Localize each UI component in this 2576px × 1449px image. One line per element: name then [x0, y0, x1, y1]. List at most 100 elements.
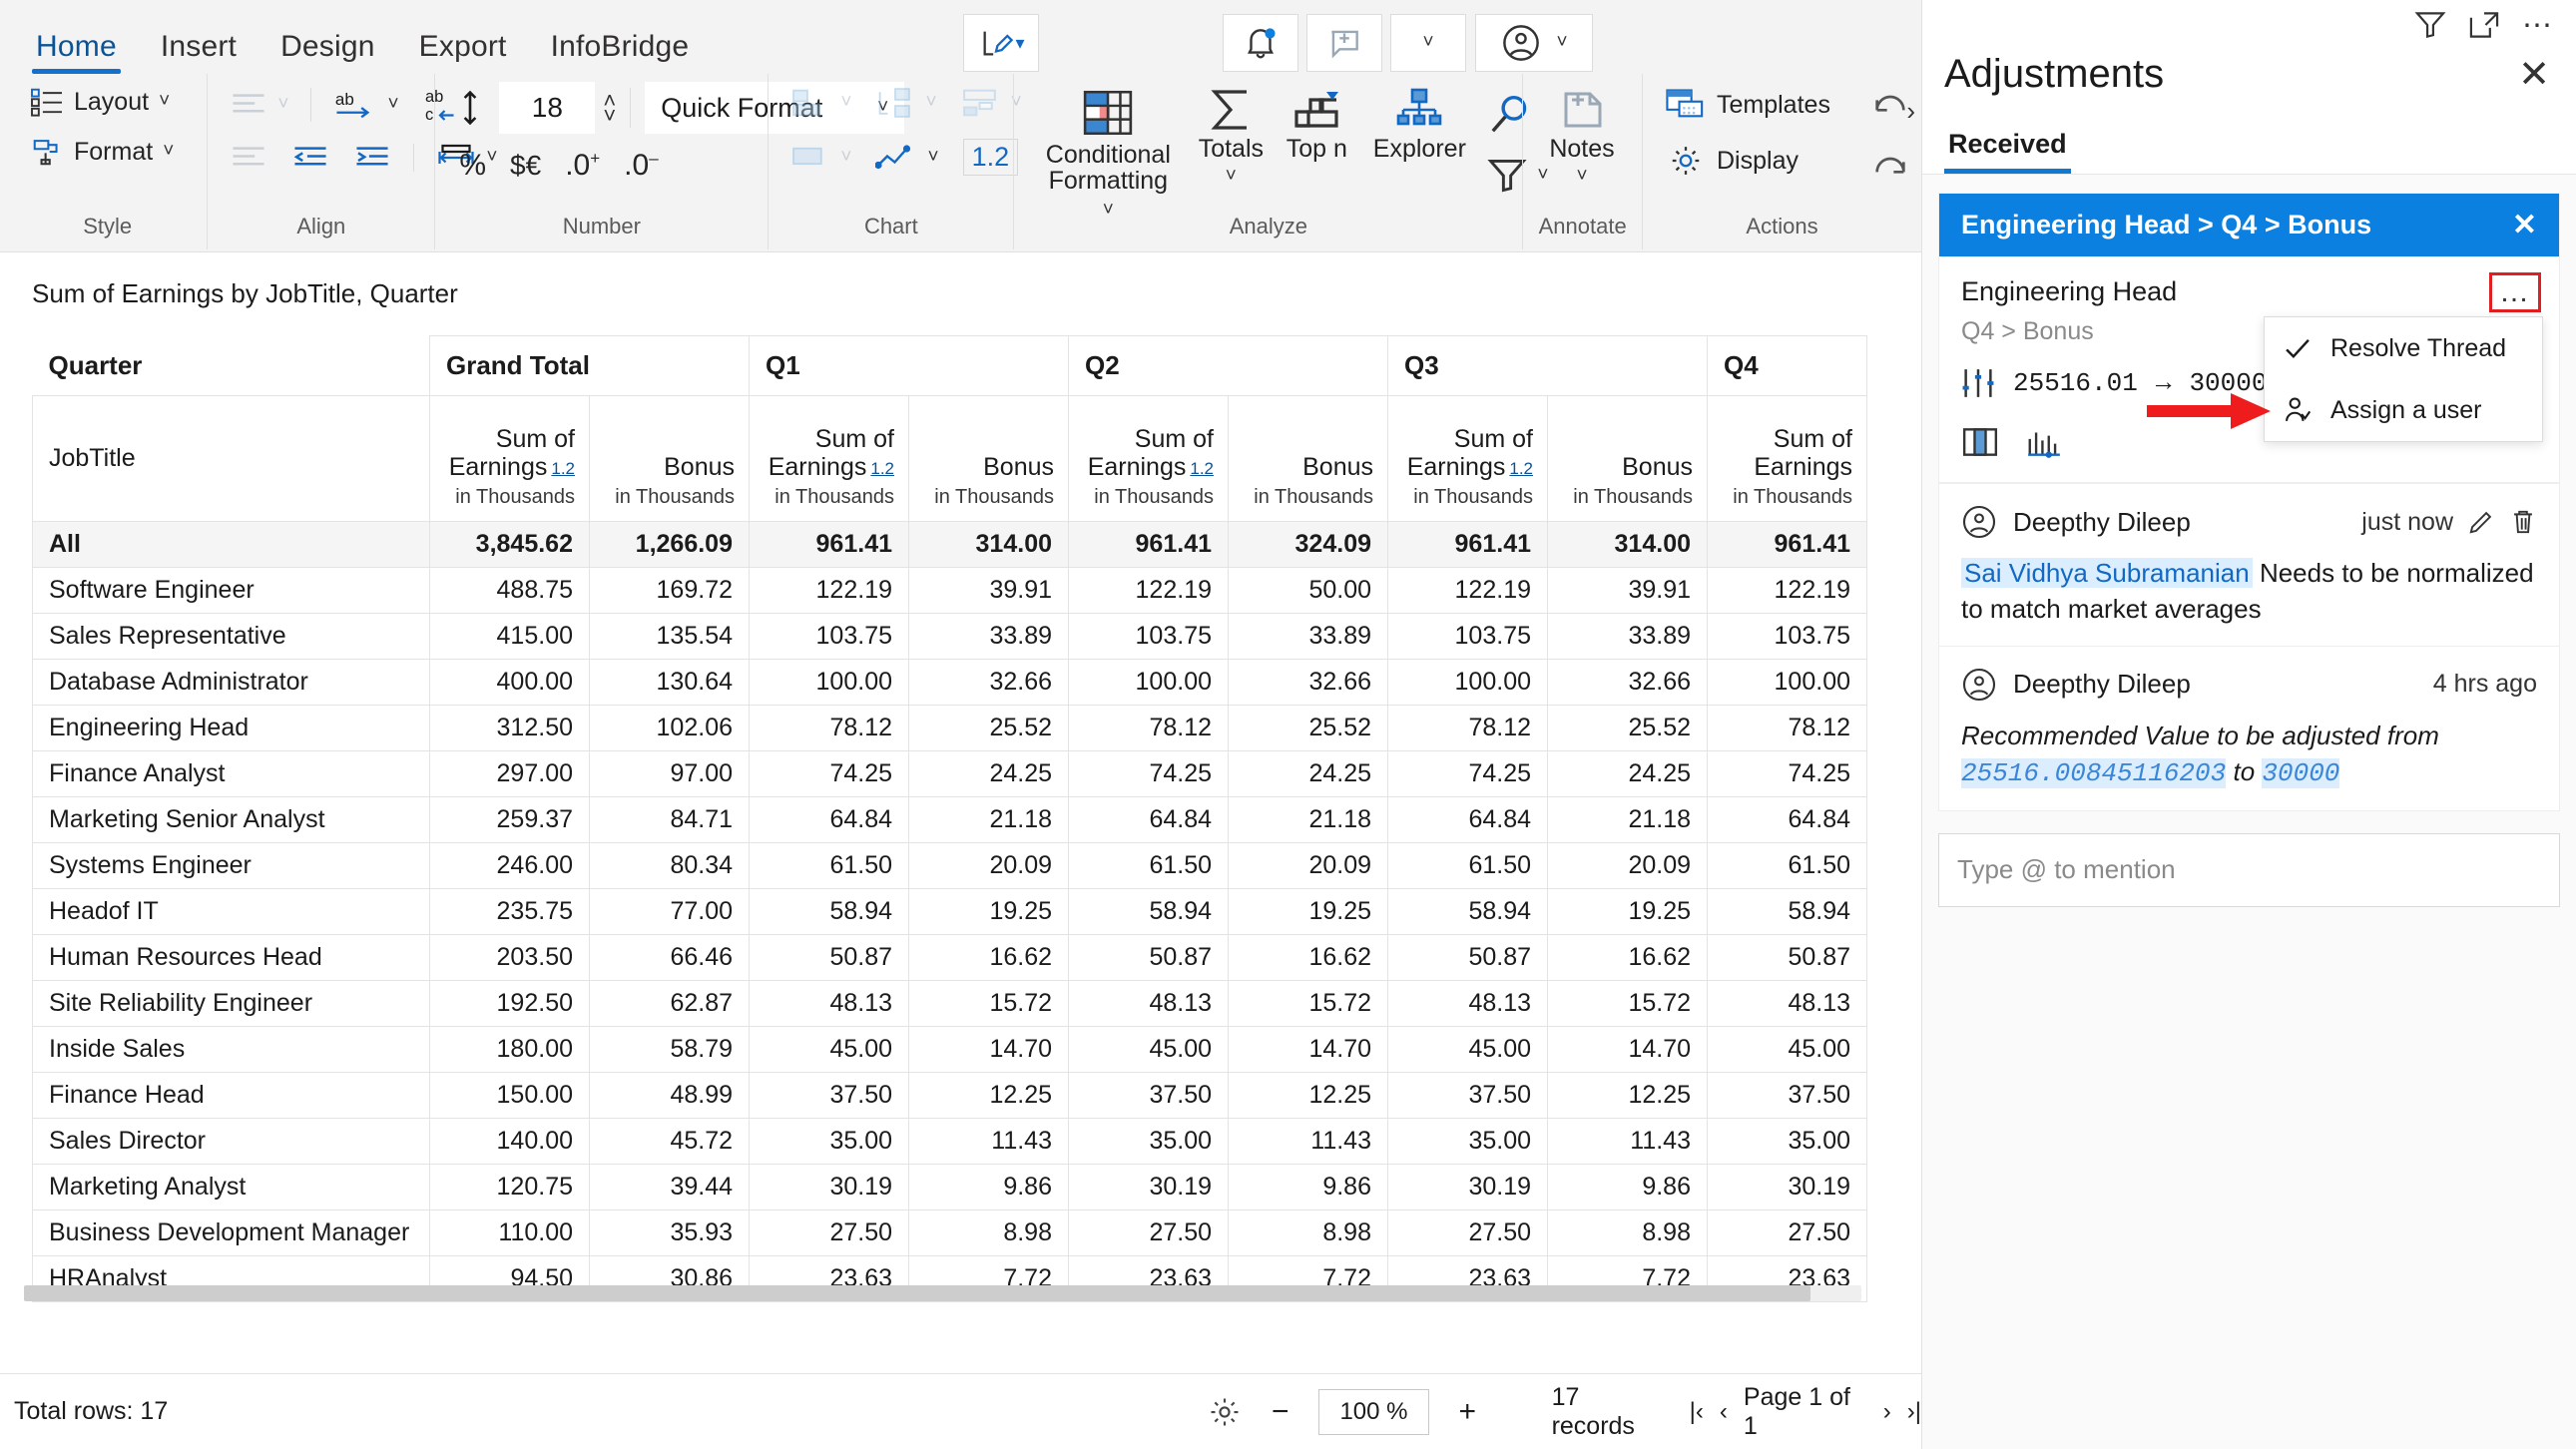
columns-view-icon[interactable] — [1961, 424, 1999, 460]
table-cell[interactable]: 961.41 — [749, 521, 909, 568]
table-cell[interactable]: 35.00 — [1387, 1118, 1548, 1165]
table-cell[interactable]: 488.75 — [429, 567, 590, 614]
table-cell[interactable]: 39.91 — [1547, 567, 1708, 614]
last-page-button[interactable]: ›| — [1907, 1398, 1921, 1426]
table-cell[interactable]: 32.66 — [908, 659, 1069, 706]
table-cell[interactable]: 20.09 — [1547, 842, 1708, 889]
table-cell[interactable]: 25.52 — [1228, 705, 1388, 751]
pivot-table-container[interactable]: Quarter Grand Total Q1 Q2 Q3 Q4 JobTitle… — [32, 335, 1888, 1302]
table-cell[interactable]: 100.00 — [1068, 659, 1229, 706]
table-cell[interactable]: 33.89 — [1228, 613, 1388, 660]
table-cell[interactable]: 58.94 — [1387, 888, 1548, 935]
zoom-in-button[interactable]: + — [1451, 1395, 1484, 1429]
comment-mention[interactable]: Sai Vidhya Subramanian — [1961, 558, 2253, 588]
measure-bonus-q1[interactable]: Bonus in Thousands — [908, 395, 1069, 522]
measure-earnings-q1[interactable]: Sum of Earnings 1.2 in Thousands — [749, 395, 909, 522]
table-cell[interactable]: 50.87 — [749, 934, 909, 981]
table-row[interactable]: Marketing Senior Analyst 259.37 84.71 64.84… — [32, 796, 1867, 843]
table-cell[interactable]: 103.75 — [749, 613, 909, 660]
menu-item-assign-user[interactable]: Assign a user — [2265, 379, 2542, 441]
quarter-group-q4[interactable]: Q4 — [1707, 335, 1867, 396]
table-cell[interactable]: 66.46 — [589, 934, 750, 981]
redo-button[interactable] — [1862, 144, 1918, 184]
totals-button[interactable]: Totals ˅ — [1188, 82, 1274, 194]
indent-decrease-button[interactable] — [283, 139, 337, 177]
align-text-button[interactable]: ˅ — [222, 86, 296, 124]
table-cell[interactable]: 12.25 — [1547, 1072, 1708, 1119]
table-cell[interactable]: 1,266.09 — [589, 521, 750, 568]
format-mark[interactable]: 1.2 — [551, 459, 575, 478]
table-cell[interactable]: 297.00 — [429, 750, 590, 797]
table-cell[interactable]: 37.50 — [1707, 1072, 1867, 1119]
edit-mode-button[interactable]: ▾ — [963, 14, 1039, 72]
table-cell[interactable]: 61.50 — [749, 842, 909, 889]
table-cell[interactable]: 25.52 — [1547, 705, 1708, 751]
account-button[interactable]: ˅ — [1475, 14, 1593, 72]
table-cell[interactable]: 61.50 — [1387, 842, 1548, 889]
explorer-button[interactable]: Explorer — [1359, 82, 1479, 168]
table-cell[interactable]: 14.70 — [908, 1026, 1069, 1073]
table-cell[interactable]: 11.43 — [1228, 1118, 1388, 1165]
ribbon-overflow-chevron[interactable]: › — [1906, 96, 1915, 127]
table-row[interactable]: Database Administrator 400.00 130.64 100.00… — [32, 659, 1867, 706]
measure-earnings-q2[interactable]: Sum of Earnings 1.2 in Thousands — [1068, 395, 1229, 522]
table-cell[interactable]: 100.00 — [1387, 659, 1548, 706]
table-cell[interactable]: 14.70 — [1547, 1026, 1708, 1073]
table-cell[interactable]: 50.87 — [1387, 934, 1548, 981]
table-cell[interactable]: 20.09 — [1228, 842, 1388, 889]
table-cell[interactable]: 9.86 — [1547, 1164, 1708, 1210]
table-cell[interactable]: 61.50 — [1707, 842, 1867, 889]
measure-bonus-q3[interactable]: Bonus in Thousands — [1547, 395, 1708, 522]
measure-bonus-grand-total[interactable]: Bonus in Thousands — [589, 395, 750, 522]
percent-format-button[interactable]: % — [451, 144, 494, 188]
table-cell[interactable]: 122.19 — [1068, 567, 1229, 614]
table-cell[interactable]: 15.72 — [1228, 980, 1388, 1027]
table-cell[interactable]: 135.54 — [589, 613, 750, 660]
table-cell[interactable]: 48.13 — [749, 980, 909, 1027]
tab-received[interactable]: Received — [1944, 119, 2071, 174]
table-row[interactable]: Business Development Manager 110.00 35.93 2… — [32, 1209, 1867, 1256]
table-cell[interactable]: 20.09 — [908, 842, 1069, 889]
table-cell[interactable]: 12.25 — [908, 1072, 1069, 1119]
format-mark[interactable]: 1.2 — [1190, 459, 1214, 478]
table-cell[interactable]: 19.25 — [908, 888, 1069, 935]
table-cell[interactable]: 97.00 — [589, 750, 750, 797]
table-cell[interactable]: 3,845.62 — [429, 521, 590, 568]
table-cell[interactable]: 48.13 — [1387, 980, 1548, 1027]
conditional-formatting-button[interactable]: Conditional Formatting ˅ — [1028, 82, 1188, 227]
table-cell[interactable]: 61.50 — [1068, 842, 1229, 889]
measure-bonus-q2[interactable]: Bonus in Thousands — [1228, 395, 1388, 522]
table-row[interactable]: Site Reliability Engineer 192.50 62.87 48.1… — [32, 980, 1867, 1027]
table-row[interactable]: Finance Head 150.00 48.99 37.50 12.25 37.50 12… — [32, 1072, 1867, 1119]
next-page-button[interactable]: › — [1883, 1398, 1891, 1426]
table-cell[interactable]: 48.99 — [589, 1072, 750, 1119]
table-row[interactable]: Sales Representative 415.00 135.54 103.75 33… — [32, 613, 1867, 660]
measure-earnings-q3[interactable]: Sum of Earnings 1.2 in Thousands — [1387, 395, 1548, 522]
top-n-button[interactable]: Top n — [1274, 82, 1359, 168]
table-cell[interactable]: 58.79 — [589, 1026, 750, 1073]
menu-item-resolve-thread[interactable]: Resolve Thread — [2265, 317, 2542, 379]
horizontal-scrollbar[interactable] — [24, 1285, 1861, 1301]
table-cell[interactable]: 64.84 — [1387, 796, 1548, 843]
filter-icon[interactable] — [2414, 9, 2446, 41]
line-chart-button[interactable]: ˅ — [867, 137, 946, 179]
line-height-button[interactable] — [449, 83, 491, 133]
table-cell[interactable]: 21.18 — [1228, 796, 1388, 843]
table-cell[interactable]: 74.25 — [1707, 750, 1867, 797]
table-cell[interactable]: 122.19 — [749, 567, 909, 614]
table-cell[interactable]: 110.00 — [429, 1209, 590, 1256]
table-cell[interactable]: 45.00 — [749, 1026, 909, 1073]
table-cell[interactable]: 103.75 — [1387, 613, 1548, 660]
table-row[interactable]: Engineering Head 312.50 102.06 78.12 25.52 78… — [32, 705, 1867, 751]
table-cell[interactable]: 45.00 — [1387, 1026, 1548, 1073]
table-cell[interactable]: 78.12 — [1387, 705, 1548, 751]
notes-button[interactable]: Notes ˅ — [1537, 82, 1626, 194]
table-cell[interactable]: 150.00 — [429, 1072, 590, 1119]
table-cell[interactable]: 35.00 — [749, 1118, 909, 1165]
table-cell[interactable]: 27.50 — [1707, 1209, 1867, 1256]
first-page-button[interactable]: |‹ — [1690, 1398, 1704, 1426]
table-cell[interactable]: 58.94 — [1707, 888, 1867, 935]
table-cell[interactable]: 122.19 — [1387, 567, 1548, 614]
table-cell[interactable]: 30.19 — [749, 1164, 909, 1210]
table-cell[interactable]: 24.25 — [1547, 750, 1708, 797]
